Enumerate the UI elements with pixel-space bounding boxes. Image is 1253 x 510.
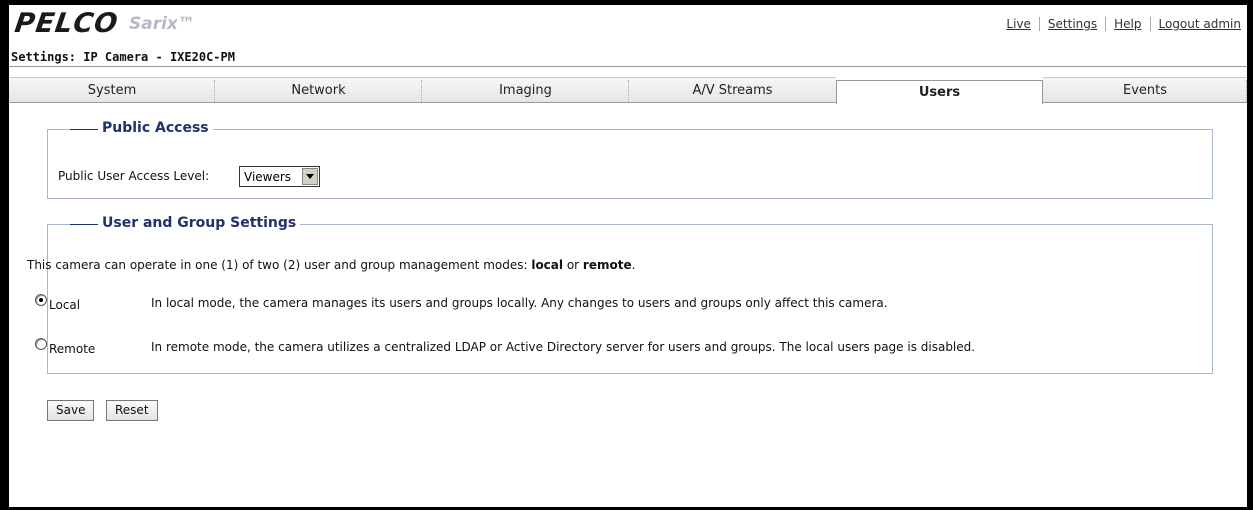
access-level-select[interactable]: Viewers xyxy=(239,166,320,187)
public-access-section: Public Access Public User Access Level: … xyxy=(47,120,1213,199)
product-name: Sarix™ xyxy=(129,14,195,34)
help-link[interactable]: Help xyxy=(1114,17,1141,31)
title-divider xyxy=(9,66,1247,67)
link-separator xyxy=(1105,17,1107,31)
public-access-legend: Public Access xyxy=(98,120,213,136)
intro-or: or xyxy=(563,258,583,272)
local-mode-description: In local mode, the camera manages its us… xyxy=(151,296,888,310)
page-frame: PELCO Sarix™ Live Settings Help Logout a… xyxy=(0,0,1253,510)
logout-link[interactable]: Logout admin xyxy=(1159,17,1242,31)
intro-local: local xyxy=(531,258,564,272)
tab-network[interactable]: Network xyxy=(215,77,422,103)
pelco-logo: PELCO xyxy=(12,8,121,39)
tab-bar: System Network Imaging A/V Streams Users… xyxy=(9,77,1247,104)
remote-mode-label[interactable]: Remote xyxy=(49,342,95,356)
tab-users[interactable]: Users xyxy=(836,80,1043,104)
remote-mode-description: In remote mode, the camera utilizes a ce… xyxy=(151,340,976,354)
tab-label: System xyxy=(87,83,137,98)
user-group-legend: User and Group Settings xyxy=(98,215,301,231)
settings-link[interactable]: Settings xyxy=(1048,17,1097,31)
remote-mode-radio[interactable] xyxy=(35,338,47,350)
reset-button[interactable]: Reset xyxy=(106,400,158,421)
tab-label: A/V Streams xyxy=(692,83,773,98)
tab-divider xyxy=(1246,80,1247,102)
local-mode-radio[interactable] xyxy=(35,294,47,306)
save-button[interactable]: Save xyxy=(47,400,95,421)
header: PELCO Sarix™ Live Settings Help Logout a… xyxy=(9,5,1247,47)
tab-label: Network xyxy=(291,83,346,98)
live-link[interactable]: Live xyxy=(1006,17,1031,31)
user-group-section: User and Group Settings This camera can … xyxy=(27,215,1213,374)
local-mode-label[interactable]: Local xyxy=(49,298,80,312)
chevron-down-icon[interactable] xyxy=(302,168,318,185)
mode-intro-text: This camera can operate in one (1) of tw… xyxy=(27,258,635,272)
tab-label: Users xyxy=(918,85,961,100)
link-separator xyxy=(1149,17,1151,31)
top-links: Live Settings Help Logout admin xyxy=(1006,17,1241,31)
page-title: Settings: IP Camera - IXE20C-PM xyxy=(11,50,235,64)
intro-end: . xyxy=(631,258,636,272)
tab-label: Imaging xyxy=(499,83,552,98)
tab-system[interactable]: System xyxy=(9,77,215,103)
access-level-value: Viewers xyxy=(244,169,292,184)
link-separator xyxy=(1038,17,1040,31)
tab-label: Events xyxy=(1122,83,1167,98)
tab-events[interactable]: Events xyxy=(1043,77,1247,103)
tab-imaging[interactable]: Imaging xyxy=(422,77,629,103)
intro-text: This camera can operate in one (1) of tw… xyxy=(27,258,532,272)
access-level-label: Public User Access Level: xyxy=(58,169,210,183)
intro-remote: remote xyxy=(582,258,632,272)
tab-av-streams[interactable]: A/V Streams xyxy=(629,77,836,103)
